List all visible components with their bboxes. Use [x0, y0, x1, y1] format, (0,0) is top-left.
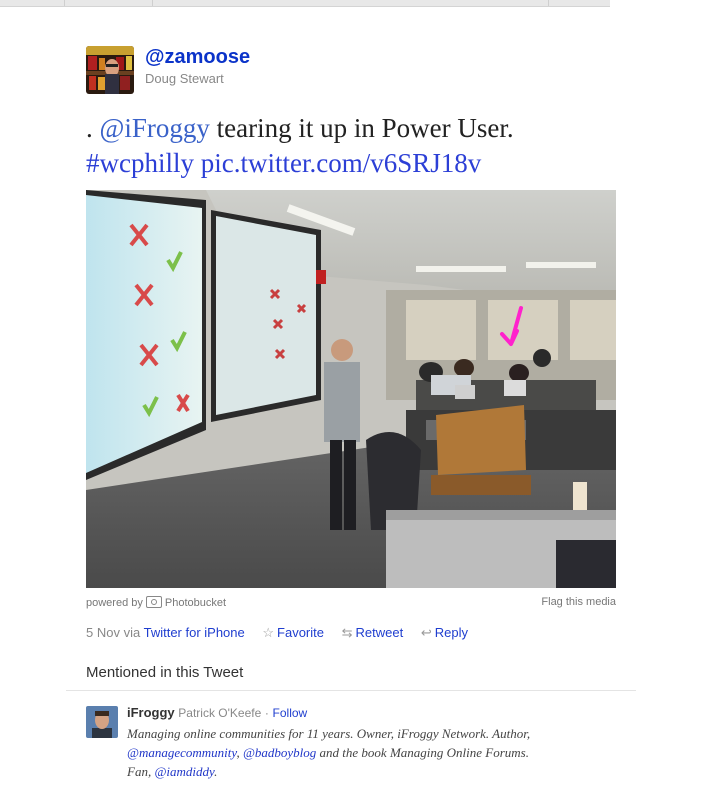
- tweet-photo[interactable]: [86, 190, 616, 588]
- mentioned-user-real-name: Patrick O'Keefe: [178, 706, 262, 720]
- author-full-name: Doug Stewart: [145, 71, 224, 86]
- hashtag-link[interactable]: #wcphilly: [86, 148, 194, 178]
- tweet-meta: 5 Nov via Twitter for iPhone ☆ Favorite ⇆…: [86, 625, 468, 641]
- follow-button[interactable]: Follow: [273, 706, 308, 720]
- mentioned-heading: Mentioned in this Tweet: [86, 664, 244, 681]
- tweet-text: . @iFroggy tearing it up in Power User. #…: [86, 111, 646, 181]
- flag-media-link[interactable]: Flag this media: [541, 596, 616, 608]
- mentioned-user-header: iFroggy Patrick O'Keefe · Follow: [127, 705, 307, 720]
- author-screen-name[interactable]: @zamoose: [145, 46, 250, 69]
- tweet-date: 5 Nov via: [86, 625, 141, 640]
- bio-link-iamdiddy[interactable]: @iamdiddy: [154, 764, 214, 779]
- star-icon: ☆: [262, 625, 275, 640]
- tweet-text-mid: tearing it up in Power User.: [209, 113, 514, 143]
- mentioned-user-bio: Managing online communities for 11 years…: [127, 726, 531, 779]
- divider: [66, 690, 636, 691]
- author-avatar[interactable]: [86, 46, 134, 94]
- mentioned-user-name[interactable]: iFroggy: [127, 705, 175, 720]
- retweet-icon: ⇆: [341, 625, 353, 640]
- camera-icon: [145, 596, 162, 608]
- favorite-button[interactable]: Favorite: [277, 625, 324, 640]
- separator-dot: ·: [264, 706, 269, 720]
- retweet-button[interactable]: Retweet: [356, 625, 404, 640]
- tweet-text-lead: .: [86, 113, 100, 143]
- top-strip: [0, 0, 705, 20]
- reply-button[interactable]: Reply: [435, 625, 468, 640]
- bio-link-badboyblog[interactable]: @badboyblog: [243, 745, 316, 760]
- photobucket-link[interactable]: Photobucket: [165, 597, 226, 609]
- reply-icon: ↩: [420, 625, 432, 640]
- mention-link[interactable]: @iFroggy: [100, 113, 210, 143]
- powered-by: powered by Photobucket: [86, 596, 227, 609]
- source-link[interactable]: Twitter for iPhone: [144, 625, 245, 640]
- mentioned-user-avatar[interactable]: [86, 706, 118, 738]
- pic-link[interactable]: pic.twitter.com/v6SRJ18v: [201, 148, 482, 178]
- bio-link-managecommunity[interactable]: @managecommunity: [127, 745, 236, 760]
